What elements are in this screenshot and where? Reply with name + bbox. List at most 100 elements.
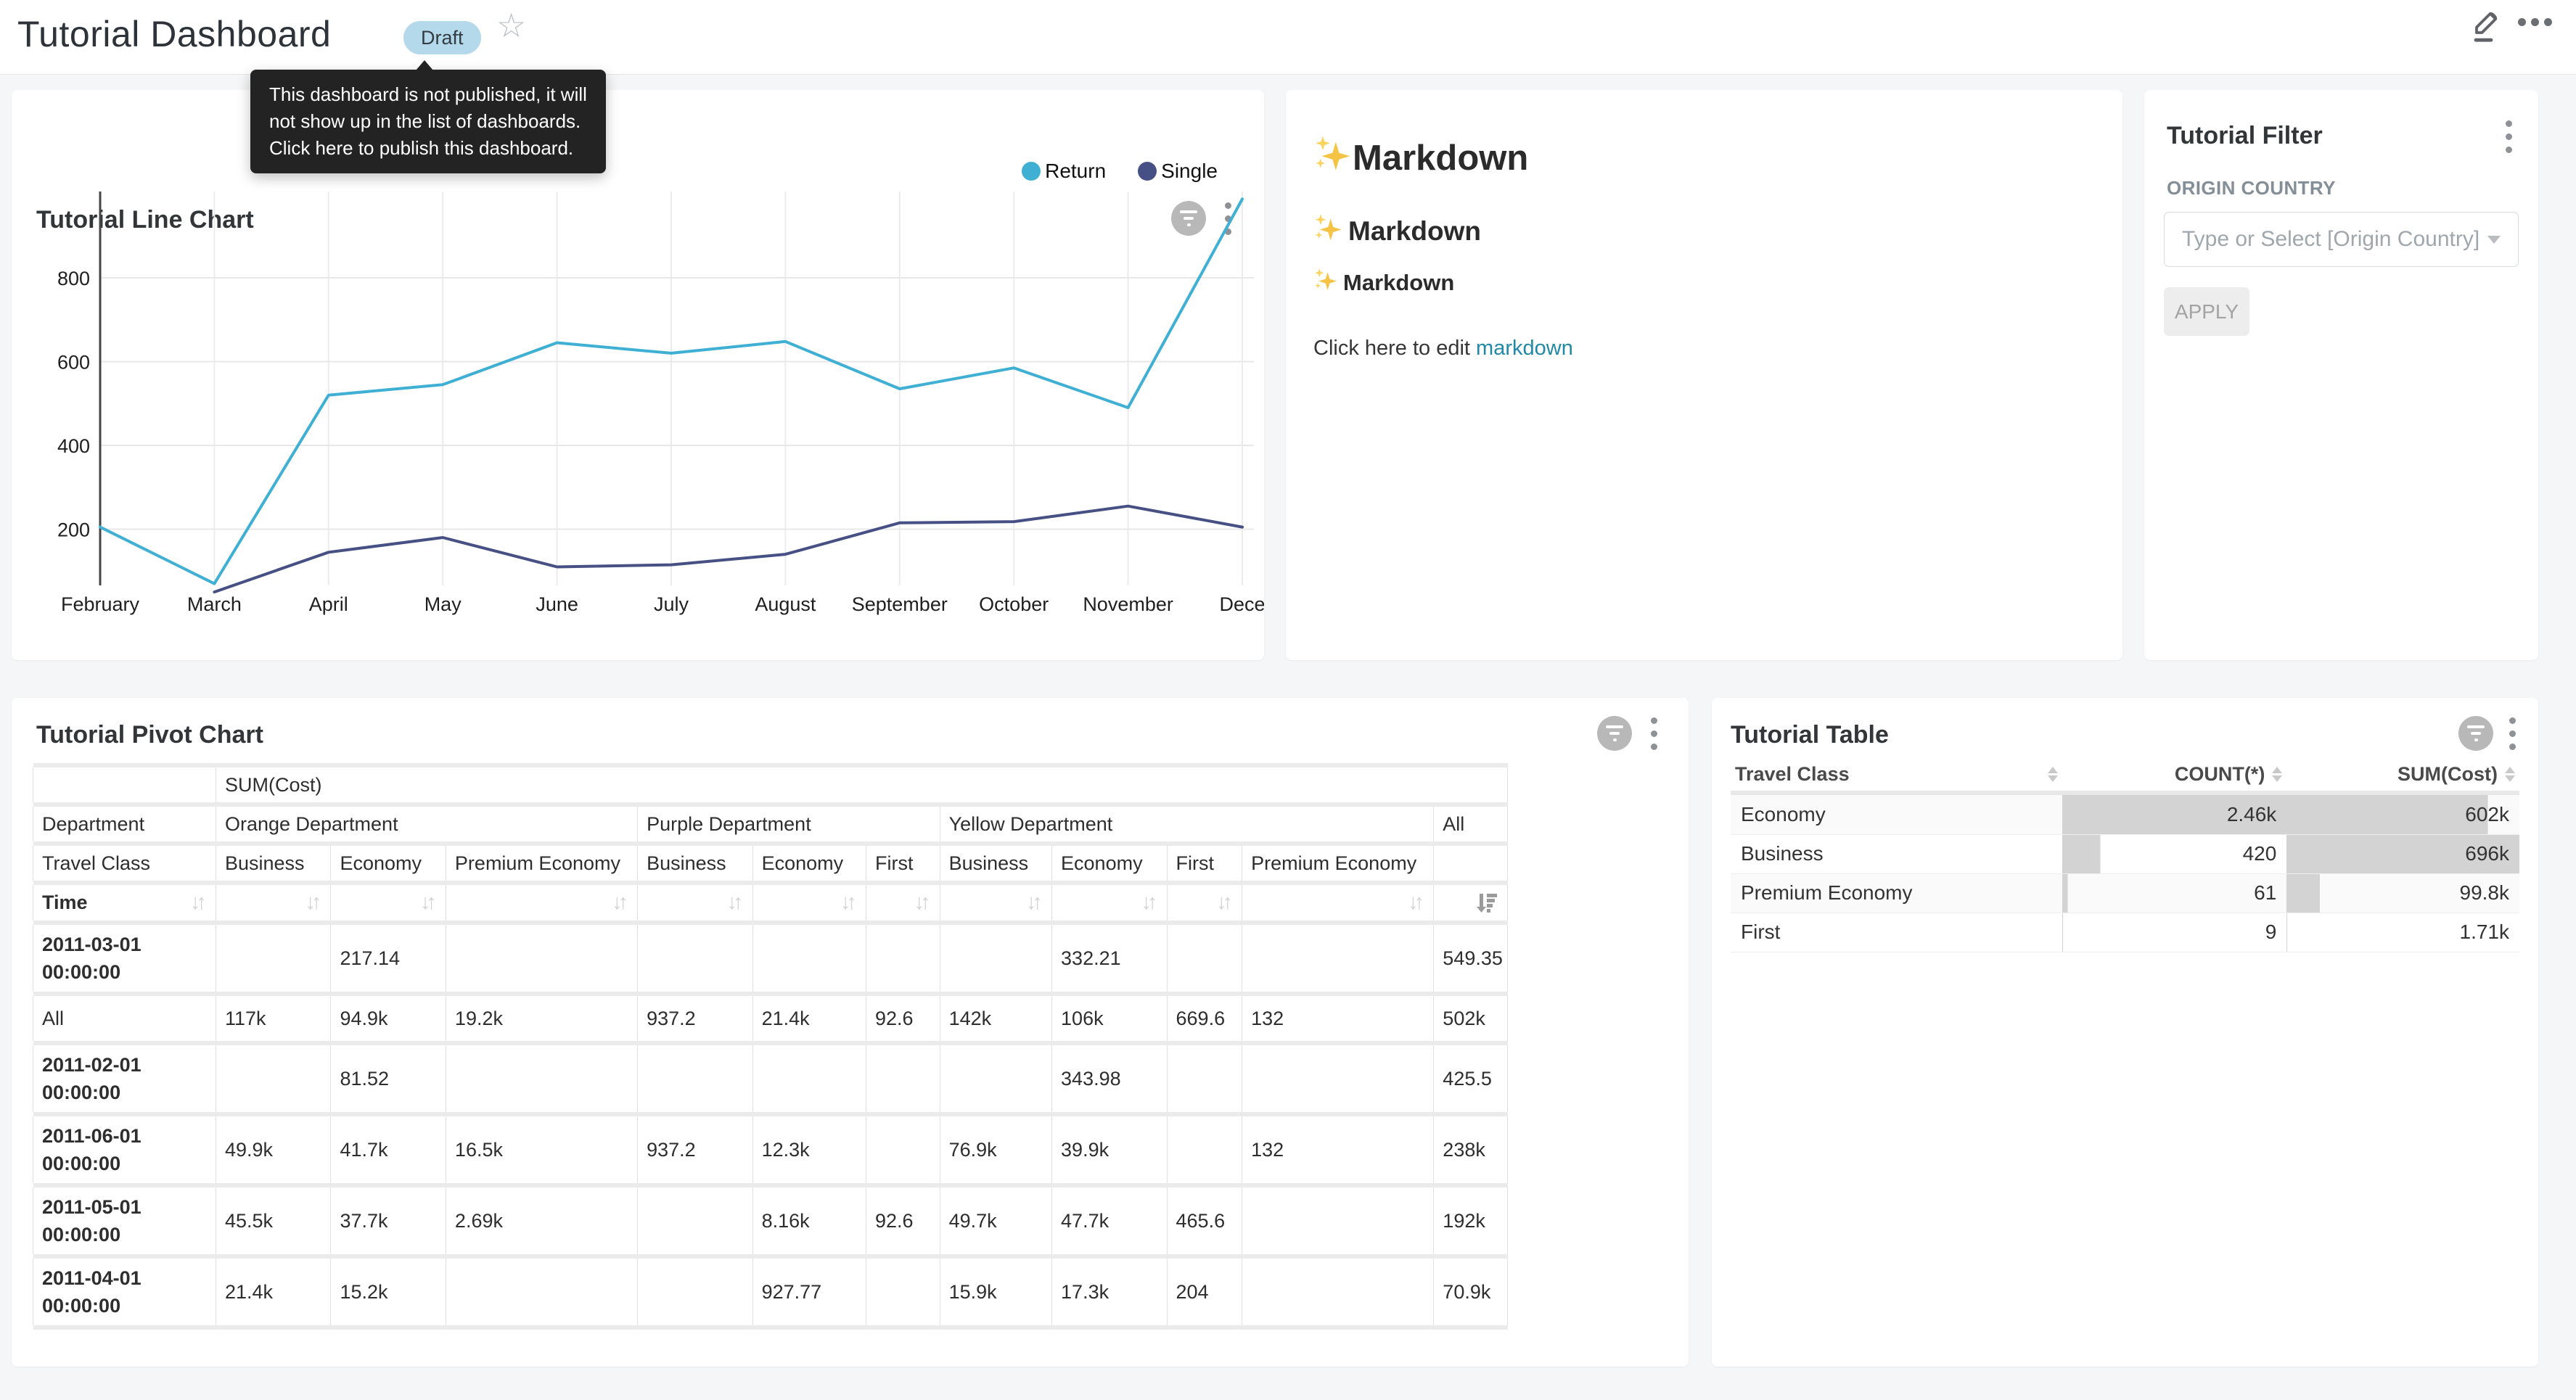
sort-cell-content: ↓↑ [225,891,321,915]
markdown-h1: Markdown [1313,135,2093,181]
pivot-value-cell [752,925,866,992]
series-line-single[interactable] [214,506,1242,592]
pivot-value-cell: 21.4k [216,1259,330,1325]
pivot-value-cell [866,925,940,992]
y-axis-tick: 800 [57,268,90,289]
filter-circle-icon[interactable] [1597,716,1632,751]
pivot-chart-card: Tutorial Pivot Chart SUM(Cost) Department… [12,698,1689,1367]
pivot-department-row: DepartmentOrange DepartmentPurple Depart… [33,807,1508,841]
ellipsis-icon[interactable] [2518,13,2559,30]
time-line: 2011-02-01 [42,1051,207,1079]
time-line: 2011-03-01 [42,931,207,958]
edit-pencil-icon[interactable] [2470,4,2508,45]
pivot-measure-row: SUM(Cost) [33,767,1508,802]
sum-cost-cell: 99.8k [2286,873,2519,913]
pivot-value-cell [1242,1187,1434,1254]
filter-circle-icon[interactable] [2458,716,2493,751]
column-label: COUNT(*) [2175,763,2265,786]
header-content[interactable]: SUM(Cost) [2291,763,2515,786]
pivot-row-header: Travel Class [33,846,216,881]
pivot-class-header: Premium Economy [446,846,637,881]
sort-cell-content: ↓↑ [1176,891,1234,915]
pivot-value-cell: 142k [940,996,1051,1041]
kebab-icon[interactable] [2506,118,2516,155]
sort-desc-active-icon[interactable] [1474,892,1498,914]
pivot-class-header: Economy [752,846,866,881]
pivot-value-cell [446,925,637,992]
kebab-icon[interactable] [1651,715,1661,752]
header-content[interactable]: COUNT(*) [2067,763,2283,786]
sort-arrows-icon[interactable]: ↓↑ [305,891,321,915]
pivot-sort-cell: ↓↑ [331,885,446,921]
pivot-sort-cell: ↓↑ [940,885,1051,921]
pivot-value-cell [1167,925,1242,992]
pivot-time-value: 2011-03-0100:00:00 [33,925,216,992]
pivot-value-cell: 41.7k [331,1116,446,1183]
pivot-department-header: Yellow Department [940,807,1434,841]
pivot-value-cell [1242,1045,1434,1112]
sort-arrows-icon[interactable]: ↓↑ [1141,891,1158,915]
apply-button[interactable]: APPLY [2164,287,2249,336]
sort-carets-icon[interactable] [2272,767,2282,782]
markdown-link[interactable]: markdown [1476,337,1573,360]
table-header-row: Travel Class COUNT(*) SUM(Cost) [1731,757,2519,791]
pivot-measure-label: SUM(Cost) [216,767,1507,802]
pivot-value-cell [216,1045,330,1112]
pivot-value-cell: 16.5k [446,1116,637,1183]
time-line: 2011-06-01 [42,1122,207,1150]
pivot-sort-cell: ↓↑ [1242,885,1434,921]
x-axis-tick: Dece [1219,593,1264,615]
column-header-count-[interactable]: COUNT(*) [2062,757,2287,791]
pivot-time-header: Time↓↑ [33,885,216,921]
pivot-value-cell [1167,1045,1242,1112]
pivot-value-cell: 15.9k [940,1259,1051,1325]
sort-carets-icon[interactable] [2048,767,2058,782]
travel-class-cell: Premium Economy [1731,873,2062,913]
pivot-title: Tutorial Pivot Chart [36,721,263,749]
sort-cell-content: ↓↑ [875,891,931,915]
star-icon[interactable]: ☆ [496,6,526,45]
column-header-sum-cost-[interactable]: SUM(Cost) [2286,757,2519,791]
travel-class-cell: Economy [1731,795,2062,834]
pivot-time-value: 2011-06-0100:00:00 [33,1116,216,1183]
pivot-class-header: First [866,846,940,881]
sort-arrows-icon[interactable]: ↓↑ [190,891,207,915]
line-chart-plot: 200400600800FebruaryMarchAprilMayJuneJul… [12,90,1264,660]
pivot-data-row: 2011-05-0100:00:0045.5k37.7k2.69k8.16k92… [33,1187,1508,1254]
time-line: 00:00:00 [42,1079,207,1106]
kebab-icon[interactable] [2509,715,2519,752]
pivot-value-cell [216,925,330,992]
table-row: Business420696k [1731,834,2519,873]
sort-arrows-icon[interactable]: ↓↑ [1408,891,1424,915]
sort-arrows-icon[interactable]: ↓↑ [1026,891,1043,915]
draft-badge[interactable]: Draft [403,21,481,54]
sort-cell-content: ↓↑ [762,891,857,915]
pivot-data-row: All117k94.9k19.2k937.221.4k92.6142k106k6… [33,996,1508,1041]
sort-arrows-icon[interactable]: ↓↑ [1216,891,1233,915]
origin-country-select[interactable]: Type or Select [Origin Country] [2164,212,2519,267]
pivot-value-cell [752,1045,866,1112]
pivot-value-cell [866,1045,940,1112]
sort-cell-content: ↓↑ [455,891,628,915]
pivot-value-cell: 937.2 [638,1116,752,1183]
pivot-value-cell [940,925,1051,992]
column-header-travel-class[interactable]: Travel Class [1731,757,2062,791]
markdown-paragraph-text: Click here to edit [1313,337,1476,360]
pivot-value-cell: 937.2 [638,996,752,1041]
sort-arrows-icon[interactable]: ↓↑ [914,891,931,915]
x-axis-tick: June [536,593,578,615]
sort-carets-icon[interactable] [2505,767,2515,782]
pivot-sort-cell: ↓↑ [1052,885,1167,921]
table-row: Economy2.46k602k [1731,795,2519,834]
sort-cell-content: ↓↑ [340,891,436,915]
sort-arrows-icon[interactable]: ↓↑ [727,891,744,915]
x-axis-tick: September [852,593,948,615]
pivot-data-row: 2011-04-0100:00:0021.4k15.2k927.7715.9k1… [33,1259,1508,1325]
sort-arrows-icon[interactable]: ↓↑ [612,891,628,915]
count-cell: 420 [2062,834,2287,873]
header-content[interactable]: Travel Class [1735,763,2058,786]
sort-arrows-icon[interactable]: ↓↑ [840,891,857,915]
pivot-table: SUM(Cost) DepartmentOrange DepartmentPurp… [33,763,1508,1330]
pivot-value-cell: 117k [216,996,330,1041]
sort-arrows-icon[interactable]: ↓↑ [420,891,437,915]
